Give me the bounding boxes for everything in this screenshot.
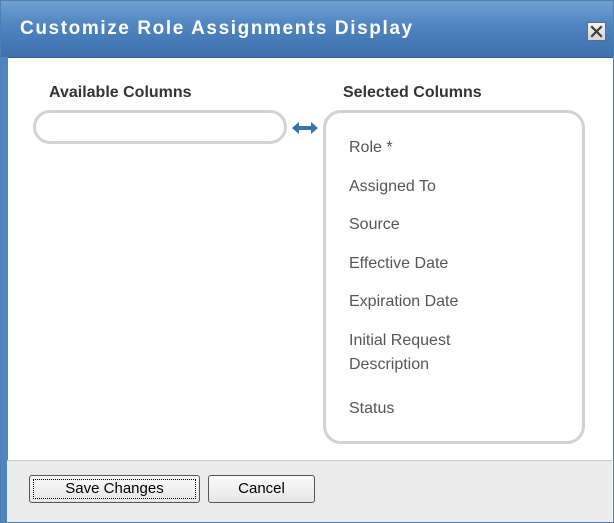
focus-ring	[33, 479, 196, 499]
selected-columns-heading: Selected Columns	[343, 84, 482, 101]
dialog-title: Customize Role Assignments Display	[20, 18, 414, 39]
cancel-label: Cancel	[238, 480, 285, 497]
available-columns-list[interactable]	[33, 110, 287, 144]
dialog-titlebar[interactable]: Customize Role Assignments Display	[1, 1, 613, 58]
selected-column-initial-request-description[interactable]: Initial Request Description	[349, 329, 549, 377]
selected-column-effective-date[interactable]: Effective Date	[349, 252, 549, 276]
selected-column-role[interactable]: Role *	[349, 136, 549, 160]
cancel-button[interactable]: Cancel	[208, 475, 315, 503]
save-changes-button[interactable]: Save Changes	[29, 475, 200, 503]
selected-column-expiration-date[interactable]: Expiration Date	[349, 290, 549, 314]
available-columns-heading: Available Columns	[49, 84, 192, 101]
selected-columns-list[interactable]	[323, 110, 585, 444]
close-button[interactable]	[587, 22, 606, 41]
selected-column-status[interactable]: Status	[349, 397, 549, 421]
dialog-left-border	[1, 57, 8, 522]
close-icon	[590, 25, 603, 38]
swap-arrows-icon[interactable]	[291, 120, 319, 136]
selected-column-source[interactable]: Source	[349, 213, 549, 237]
selected-column-assigned-to[interactable]: Assigned To	[349, 175, 549, 199]
